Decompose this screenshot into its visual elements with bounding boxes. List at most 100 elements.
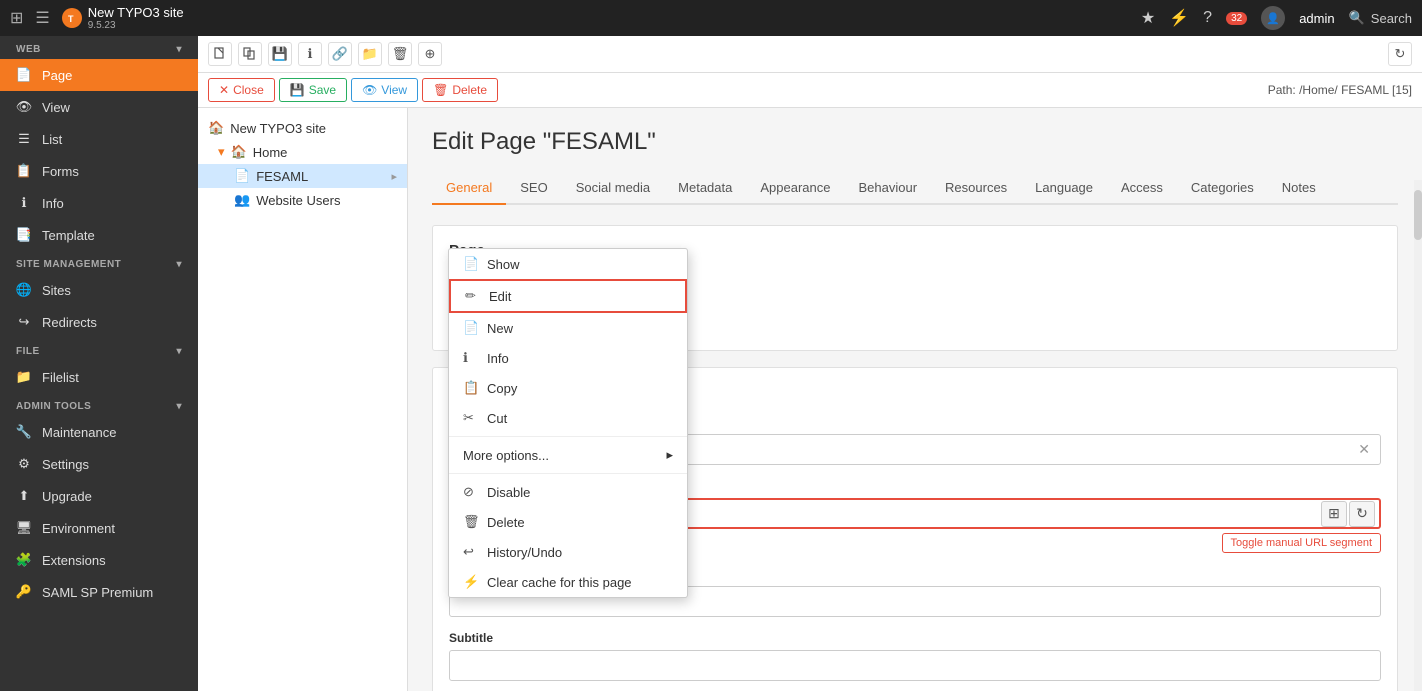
section-web-arrow: ▾	[176, 44, 182, 55]
sidebar-item-info[interactable]: ℹ Info	[0, 187, 198, 219]
sidebar-section-site-management[interactable]: SITE MANAGEMENT ▾	[0, 251, 198, 274]
tab-general[interactable]: General	[432, 172, 506, 205]
context-menu-new[interactable]: 📄 New	[449, 313, 687, 343]
tab-general-label: General	[446, 180, 492, 195]
context-menu-more-options[interactable]: More options... ▸	[449, 440, 687, 470]
sidebar-item-extensions[interactable]: 🧩 Extensions	[0, 544, 198, 576]
action-bar: ✕ Close 💾 Save 👁 View 🗑 Delete Path: /Ho…	[198, 73, 1422, 108]
save-button[interactable]: 💾 Save	[279, 78, 347, 102]
sidebar-item-maintenance[interactable]: 🔧 Maintenance	[0, 416, 198, 448]
admin-avatar[interactable]: 👤	[1261, 6, 1285, 30]
tab-behaviour[interactable]: Behaviour	[844, 172, 931, 205]
sidebar-section-web[interactable]: WEB ▾	[0, 36, 198, 59]
delete-tree-button[interactable]: 🗑	[388, 42, 412, 66]
search-button[interactable]: 🔍 Search	[1349, 10, 1412, 26]
notification-badge-wrapper[interactable]: 32	[1226, 12, 1247, 25]
view-button[interactable]: 👁 View	[351, 78, 418, 102]
toggle-url-button[interactable]: Toggle manual URL segment	[1222, 533, 1381, 553]
sidebar-item-view-label: View	[42, 100, 70, 115]
sidebar-item-settings[interactable]: ⚙ Settings	[0, 448, 198, 480]
disable-icon: ⊘	[463, 484, 479, 500]
sidebar-item-list[interactable]: ☰ List	[0, 123, 198, 155]
subtitle-input[interactable]	[449, 650, 1381, 681]
template-icon: 📑	[16, 227, 32, 243]
refresh-button[interactable]: ↻	[1388, 42, 1412, 66]
star-icon[interactable]: ★	[1141, 8, 1155, 28]
tree-item-site[interactable]: 🏠 New TYPO3 site	[198, 116, 407, 140]
context-menu-show[interactable]: 📄 Show	[449, 249, 687, 279]
context-menu-disable[interactable]: ⊘ Disable	[449, 477, 687, 507]
sidebar-item-filelist[interactable]: 📁 Filelist	[0, 361, 198, 393]
url-refresh-button[interactable]: ↻	[1349, 501, 1375, 527]
context-menu-trigger[interactable]: ▸	[391, 170, 397, 183]
clear-cache-icon: ⚡	[463, 574, 479, 590]
topbar-icons: ★ ⚡ ? 32 👤 admin 🔍 Search	[1141, 6, 1412, 30]
new-page-button[interactable]	[208, 42, 232, 66]
delete-button[interactable]: 🗑 Delete	[422, 78, 498, 102]
grid-icon[interactable]: ⊞	[10, 8, 23, 28]
tab-metadata[interactable]: Metadata	[664, 172, 746, 205]
sidebar-item-extensions-label: Extensions	[42, 553, 106, 568]
sidebar-item-saml[interactable]: 🔑 SAML SP Premium	[0, 576, 198, 608]
tab-social-media-label: Social media	[576, 180, 650, 195]
subtitle-label: Subtitle	[449, 631, 1381, 645]
sidebar-section-admin[interactable]: ADMIN TOOLS ▾	[0, 393, 198, 416]
context-menu-cut[interactable]: ✂ Cut	[449, 403, 687, 433]
content-area: 💾 ℹ 🔗 📁 🗑 ⊕ ↻ ✕ Close 💾 Save 👁 View	[198, 36, 1422, 691]
context-menu-info[interactable]: ℹ Info	[449, 343, 687, 373]
notification-badge[interactable]: 32	[1226, 12, 1247, 25]
tab-appearance[interactable]: Appearance	[746, 172, 844, 205]
cut-icon: ✂	[463, 410, 479, 426]
context-menu-history[interactable]: ↩ History/Undo	[449, 537, 687, 567]
edit-icon: ✏	[465, 288, 481, 304]
tab-resources[interactable]: Resources	[931, 172, 1021, 205]
sidebar-item-redirects[interactable]: ↪ Redirects	[0, 306, 198, 338]
context-menu-edit[interactable]: ✏ Edit	[449, 279, 687, 313]
link-button[interactable]: 🔗	[328, 42, 352, 66]
tab-social-media[interactable]: Social media	[562, 172, 664, 205]
page-title-clear-icon[interactable]: ✕	[1358, 441, 1370, 458]
tab-access[interactable]: Access	[1107, 172, 1177, 205]
tab-categories[interactable]: Categories	[1177, 172, 1268, 205]
sidebar: WEB ▾ 📄 Page 👁 View ☰ List 📋 Forms ℹ Inf…	[0, 36, 198, 691]
sidebar-item-upgrade[interactable]: ⬆ Upgrade	[0, 480, 198, 512]
context-menu-copy-label: Copy	[487, 381, 517, 396]
folder-button[interactable]: 📁	[358, 42, 382, 66]
tab-notes[interactable]: Notes	[1268, 172, 1330, 205]
info-button[interactable]: ℹ	[298, 42, 322, 66]
forms-icon: 📋	[16, 163, 32, 179]
sidebar-item-view[interactable]: 👁 View	[0, 91, 198, 123]
section-admin-label: ADMIN TOOLS	[16, 401, 91, 412]
context-menu-copy[interactable]: 📋 Copy	[449, 373, 687, 403]
sidebar-item-page[interactable]: 📄 Page	[0, 59, 198, 91]
typo3-logo: T	[62, 8, 82, 28]
tab-seo[interactable]: SEO	[506, 172, 561, 205]
sidebar-item-sites[interactable]: 🌐 Sites	[0, 274, 198, 306]
save-doc-button[interactable]: 💾	[268, 42, 292, 66]
sidebar-item-filelist-label: Filelist	[42, 370, 79, 385]
tree-item-fesaml[interactable]: 📄 FESAML ▸	[198, 164, 407, 188]
website-users-icon: 👥	[234, 192, 250, 208]
sidebar-item-forms[interactable]: 📋 Forms	[0, 155, 198, 187]
context-menu-clear-cache[interactable]: ⚡ Clear cache for this page	[449, 567, 687, 597]
tree-website-users-label: Website Users	[256, 193, 340, 208]
tree-item-home[interactable]: ▾ 🏠 Home	[198, 140, 407, 164]
more-button[interactable]: ⊕	[418, 42, 442, 66]
tree-item-website-users[interactable]: 👥 Website Users	[198, 188, 407, 212]
help-icon[interactable]: ?	[1203, 9, 1212, 27]
url-bookmark-button[interactable]: ⊞	[1321, 501, 1347, 527]
sidebar-item-environment[interactable]: 🖥 Environment	[0, 512, 198, 544]
new-icon: 📄	[463, 320, 479, 336]
close-button[interactable]: ✕ Close	[208, 78, 275, 102]
lightning-icon[interactable]: ⚡	[1169, 8, 1189, 28]
home-page-icon: 🏠	[231, 144, 247, 160]
list-icon[interactable]: ☰	[35, 8, 49, 28]
wizard-button[interactable]	[238, 42, 262, 66]
sidebar-section-file[interactable]: FILE ▾	[0, 338, 198, 361]
site-logo[interactable]: T New TYPO3 site 9.5.23	[62, 5, 184, 32]
environment-icon: 🖥	[16, 520, 32, 536]
url-segment-input[interactable]	[628, 500, 1317, 527]
tab-language[interactable]: Language	[1021, 172, 1107, 205]
context-menu-delete[interactable]: 🗑 Delete	[449, 507, 687, 537]
sidebar-item-template[interactable]: 📑 Template	[0, 219, 198, 251]
